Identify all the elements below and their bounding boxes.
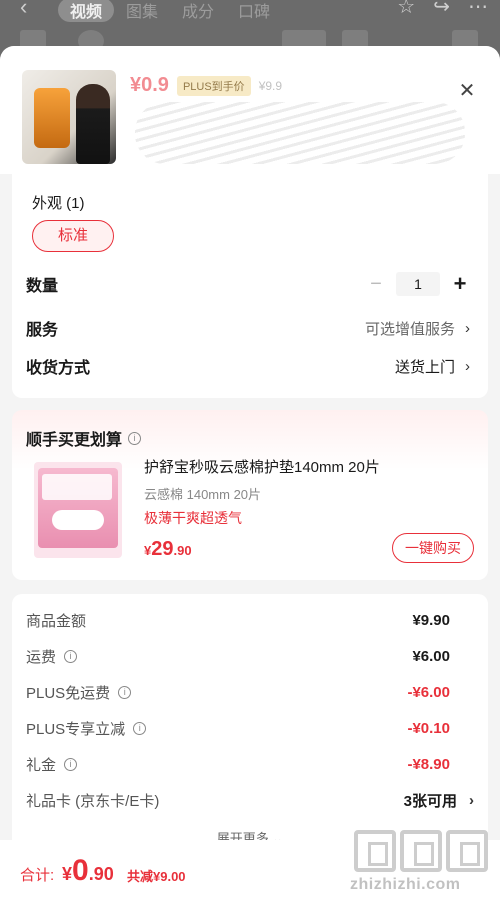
appearance-option-standard[interactable]: 标准 <box>32 220 114 252</box>
service-value: 可选增值服务 <box>364 320 455 338</box>
delivery-row[interactable]: 收货方式 送货上门 › <box>26 354 470 378</box>
back-icon[interactable]: ‹ <box>20 0 27 20</box>
watermark-logo <box>354 830 488 872</box>
delivery-value-wrap: 送货上门 › <box>395 356 470 377</box>
background-icons: ☆ ↪ ⋯ <box>397 0 488 19</box>
pad-image <box>52 510 104 530</box>
summary-label: PLUS免运费 i <box>26 682 132 703</box>
redacted-area <box>135 102 465 164</box>
info-icon[interactable]: i <box>133 722 147 735</box>
quantity-stepper: − 1 + <box>366 271 470 297</box>
watermark-logo-mark <box>400 830 442 872</box>
quantity-label: 数量 <box>26 278 59 295</box>
addon-title-text: 顺手买更划算 <box>26 432 123 449</box>
summary-value: -¥8.90 <box>407 756 450 773</box>
info-icon[interactable]: i <box>118 686 132 699</box>
tab-ingredients[interactable]: 成分 <box>170 0 226 22</box>
summary-label: 运费 i <box>26 646 78 667</box>
info-icon[interactable]: i <box>64 758 78 771</box>
addon-product-image[interactable] <box>34 462 122 558</box>
product-image <box>22 70 116 164</box>
total-saving: 共减¥9.00 <box>127 869 186 884</box>
minus-icon[interactable]: − <box>366 273 386 296</box>
service-value-wrap: 可选增值服务 › <box>365 318 470 339</box>
star-icon[interactable]: ☆ <box>397 0 415 19</box>
delivery-label: 收货方式 <box>26 360 91 377</box>
total-label: 合计: <box>20 867 55 884</box>
summary-value: ¥6.00 <box>412 648 450 665</box>
info-icon[interactable]: i <box>128 431 142 445</box>
chevron-right-icon: › <box>465 357 470 375</box>
total-price-currency: ¥ <box>62 864 73 884</box>
addon-product-spec: 云感棉 140mm 20片 <box>144 487 262 502</box>
product-price: ¥0.9 <box>130 74 169 96</box>
quantity-value[interactable]: 1 <box>396 272 440 296</box>
tab-video[interactable]: 视频 <box>58 0 115 22</box>
summary-row-plus-free-shipping: PLUS免运费 i -¥6.00 <box>26 682 450 703</box>
total-price-decimal: .90 <box>88 864 114 884</box>
addon-price-integer: 29 <box>151 538 174 560</box>
summary-row-subtotal: 商品金额 ¥9.90 <box>26 610 450 631</box>
summary-value: -¥0.10 <box>407 720 450 737</box>
total-price-integer: 0 <box>72 854 89 887</box>
appearance-title: 外观 (1) <box>32 195 85 212</box>
price-summary-card: 商品金额 ¥9.90 运费 i ¥6.00 PLUS免运费 i -¥6.00 PLU… <box>12 594 488 854</box>
original-price: ¥9.9 <box>258 78 283 93</box>
summary-row-shipping: 运费 i ¥6.00 <box>26 646 450 667</box>
summary-value: ¥9.90 <box>412 612 450 629</box>
summary-label: 礼金 i <box>26 754 78 775</box>
product-pouch-image <box>34 88 70 148</box>
addon-product-tag: 极薄干爽超透气 <box>144 510 242 526</box>
total-price: ¥0.90 <box>62 854 114 888</box>
summary-row-gift-card[interactable]: 礼品卡 (京东卡/E卡) 3张可用 › <box>26 790 474 811</box>
summary-label: PLUS专享立减 i <box>26 718 147 739</box>
service-label: 服务 <box>26 322 59 339</box>
delivery-value: 送货上门 <box>394 358 455 376</box>
gift-card-value-wrap: 3张可用 › <box>404 790 474 811</box>
summary-label-text: 礼金 <box>26 757 57 774</box>
share-icon[interactable]: ↪ <box>433 0 450 19</box>
watermark-logo-mark <box>354 830 396 872</box>
chevron-right-icon: › <box>469 792 474 809</box>
tab-gallery[interactable]: 图集 <box>114 0 170 22</box>
options-card: 外观 (1) 标准 数量 − 1 + 服务 可选增值服务 › 收货方式 送货上门… <box>12 174 488 398</box>
chevron-right-icon: › <box>465 319 470 337</box>
product-model-image <box>76 84 110 164</box>
addon-price-decimal: .90 <box>173 543 192 558</box>
summary-label-text: PLUS专享立减 <box>26 721 126 738</box>
tab-reviews[interactable]: 口碑 <box>226 0 282 22</box>
watermark: zhizhizhi.com <box>350 830 500 907</box>
addon-product-name[interactable]: 护舒宝秒吸云感棉护垫140mm 20片 <box>144 456 380 477</box>
watermark-logo-mark <box>446 830 488 872</box>
pack-label-image <box>42 474 112 500</box>
summary-row-plus-discount: PLUS专享立减 i -¥0.10 <box>26 718 450 739</box>
plus-price-badge: PLUS到手价 <box>176 75 251 96</box>
summary-value: -¥6.00 <box>407 684 450 701</box>
gift-card-value: 3张可用 <box>403 793 457 810</box>
addon-card: 顺手买更划算 i 护舒宝秒吸云感棉护垫140mm 20片 云感棉 140mm 2… <box>12 410 488 580</box>
purchase-sheet: ¥0.9 PLUS到手价 ¥9.9 ✕ 外观 (1) 标准 数量 − 1 + 服… <box>0 46 500 907</box>
summary-label-text: PLUS免运费 <box>26 685 111 702</box>
addon-title: 顺手买更划算 i <box>26 426 142 450</box>
addon-price: ¥29.90 <box>144 538 192 561</box>
background-tab-bar: 视频 图集 成分 口碑 <box>58 0 282 24</box>
quantity-row: 数量 − 1 + <box>26 271 470 297</box>
summary-label-text: 商品金额 <box>26 613 87 630</box>
plus-icon[interactable]: + <box>450 271 470 297</box>
gift-card-label: 礼品卡 (京东卡/E卡) <box>26 793 160 810</box>
summary-label: 商品金额 <box>26 610 86 631</box>
service-row[interactable]: 服务 可选增值服务 › <box>26 316 470 340</box>
product-header: ¥0.9 PLUS到手价 ¥9.9 ✕ <box>0 46 500 174</box>
one-click-buy-button[interactable]: 一键购买 <box>392 533 474 563</box>
watermark-text: zhizhizhi.com <box>350 876 461 893</box>
price-row: ¥0.9 PLUS到手价 ¥9.9 <box>130 74 282 97</box>
more-icon[interactable]: ⋯ <box>468 0 488 19</box>
info-icon[interactable]: i <box>64 650 78 663</box>
summary-row-gift-money: 礼金 i -¥8.90 <box>26 754 450 775</box>
summary-label-text: 运费 <box>26 649 57 666</box>
close-icon[interactable]: ✕ <box>456 80 478 102</box>
